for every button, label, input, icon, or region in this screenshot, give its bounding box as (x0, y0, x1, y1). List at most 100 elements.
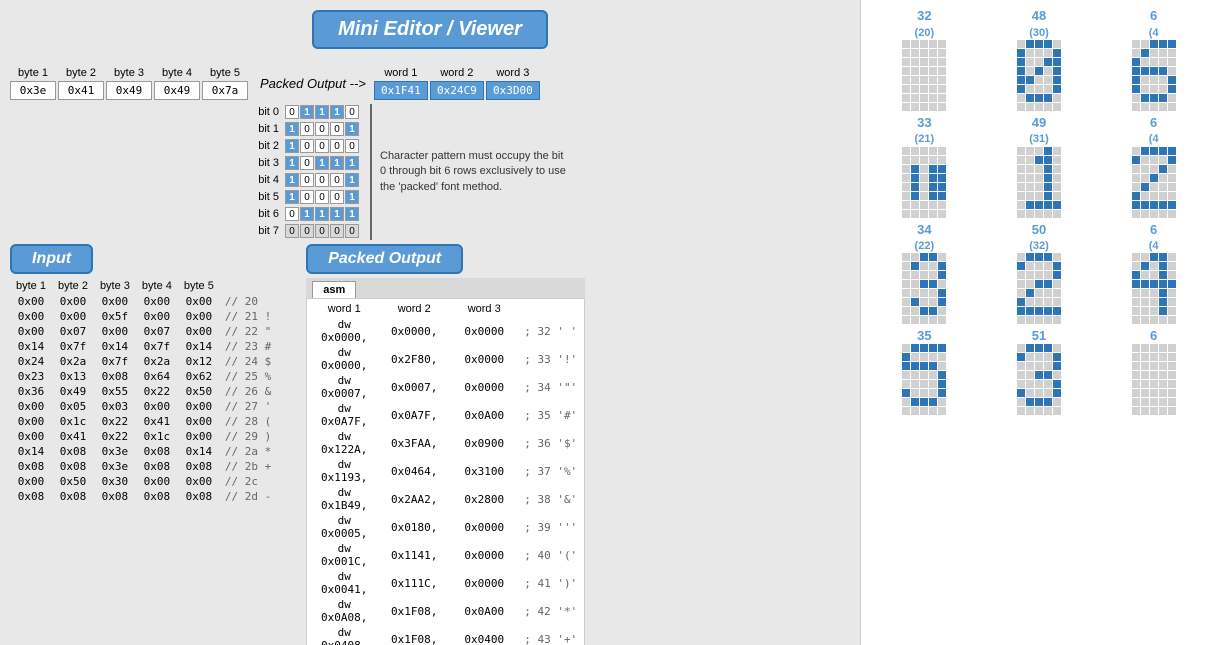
bit-cell-r7-c4[interactable]: 0 (345, 224, 359, 238)
table-row: 0x000x1c0x220x410x00// 28 ( (10, 414, 276, 429)
bm-cell-b4-r6-c4 (1053, 201, 1061, 209)
bit-cell-r6-c4[interactable]: 1 (345, 207, 359, 221)
bm-cell-b10-r5-c3 (1044, 389, 1052, 397)
right-panel: 32(20)48(30)6(433(21)49(31)6(434(22)50(3… (860, 0, 1217, 645)
bit-cell-r6-c2[interactable]: 1 (315, 207, 329, 221)
input-col-header-0: byte 1 (10, 278, 52, 294)
bit-cell-r1-c4[interactable]: 1 (345, 122, 359, 136)
bm-cell-b5-r7-c0 (1132, 210, 1140, 218)
bit-cell-r3-c1[interactable]: 0 (300, 156, 314, 170)
bit-cell-r4-c0[interactable]: 1 (285, 173, 299, 187)
byte5-value[interactable]: 0x7a (202, 81, 248, 100)
bit-cell-r0-c4[interactable]: 0 (345, 105, 359, 119)
bm-cell-b5-r4-c4 (1168, 183, 1176, 191)
byte4-value[interactable]: 0x49 (154, 81, 200, 100)
bit-cell-r2-c0[interactable]: 1 (285, 139, 299, 153)
bit-cell-r7-c1[interactable]: 0 (300, 224, 314, 238)
bit-cell-r4-c4[interactable]: 1 (345, 173, 359, 187)
bm-cell-b5-r1-c3 (1159, 156, 1167, 164)
byte-col-1: byte 1 0x3e (10, 67, 56, 100)
bm-cell-b8-r5-c4 (1168, 298, 1176, 306)
packed-cell-r4-c3: ; 36 '$' (519, 429, 582, 457)
input-col-header-3: byte 4 (136, 278, 178, 294)
packed-cell-r5-c1: 0x0464, (379, 457, 449, 485)
packed-cell-r10-c1: 0x1F08, (379, 597, 449, 625)
bm-cell-b1-r4-c1 (1026, 76, 1034, 84)
input-cell-r1-c0: 0x00 (10, 309, 52, 324)
bit-cell-r1-c3[interactable]: 0 (330, 122, 344, 136)
bit-cell-r7-c3[interactable]: 0 (330, 224, 344, 238)
bit-cell-r5-c3[interactable]: 0 (330, 190, 344, 204)
bm-cell-b2-r4-c3 (1159, 76, 1167, 84)
bit-cell-r2-c4[interactable]: 0 (345, 139, 359, 153)
bit-cell-r0-c0[interactable]: 0 (285, 105, 299, 119)
bit-cell-r5-c4[interactable]: 1 (345, 190, 359, 204)
packed-cell-r3-c2: 0x0A00 (449, 401, 519, 429)
bit-row-label-4: bit 4 (250, 174, 285, 186)
bm-cell-b0-r2-c4 (938, 58, 946, 66)
bit-cell-r6-c3[interactable]: 1 (330, 207, 344, 221)
char-block-8: 6(4 (1098, 222, 1209, 325)
char-label-4: 49(31) (1029, 115, 1049, 147)
bit-cell-r6-c0[interactable]: 0 (285, 207, 299, 221)
bit-cell-r7-c2[interactable]: 0 (315, 224, 329, 238)
bit-cell-r7-c0[interactable]: 0 (285, 224, 299, 238)
bit-cell-r2-c1[interactable]: 0 (300, 139, 314, 153)
bm-cell-b6-r7-c1 (911, 316, 919, 324)
bm-cell-b10-r4-c0 (1017, 380, 1025, 388)
packed-cell-r4-c1: 0x3FAA, (379, 429, 449, 457)
bm-cell-b9-r3-c0 (902, 371, 910, 379)
input-cell-r0-c5: // 20 (220, 294, 276, 309)
char-block-1: 48(30) (984, 8, 1095, 111)
bm-cell-b6-r7-c2 (920, 316, 928, 324)
bit-cell-r3-c4[interactable]: 1 (345, 156, 359, 170)
tab-asm[interactable]: asm (312, 281, 356, 298)
bit-cell-r1-c0[interactable]: 1 (285, 122, 299, 136)
bm-cell-b10-r2-c4 (1053, 362, 1061, 370)
bit-cell-r3-c2[interactable]: 1 (315, 156, 329, 170)
bm-cell-b2-r6-c1 (1141, 94, 1149, 102)
bm-cell-b5-r3-c3 (1159, 174, 1167, 182)
bm-cell-b6-r0-c0 (902, 253, 910, 261)
bit-cell-r0-c3[interactable]: 1 (330, 105, 344, 119)
bit-cell-r5-c1[interactable]: 0 (300, 190, 314, 204)
bit-cell-r1-c2[interactable]: 0 (315, 122, 329, 136)
bm-cell-b10-r0-c1 (1026, 344, 1034, 352)
bit-cell-r4-c3[interactable]: 0 (330, 173, 344, 187)
bm-cell-b1-r7-c2 (1035, 103, 1043, 111)
byte2-value[interactable]: 0x41 (58, 81, 104, 100)
input-cell-r10-c5: // 2a * (220, 444, 276, 459)
bit-cell-r4-c2[interactable]: 0 (315, 173, 329, 187)
bit-cell-r4-c1[interactable]: 0 (300, 173, 314, 187)
word-col-1: word 1 0x1F41 (374, 67, 428, 100)
bit-cell-r3-c3[interactable]: 1 (330, 156, 344, 170)
byte1-value[interactable]: 0x3e (10, 81, 56, 100)
bit-cell-r2-c2[interactable]: 0 (315, 139, 329, 153)
bit-cell-r2-c3[interactable]: 0 (330, 139, 344, 153)
bm-cell-b3-r6-c4 (938, 201, 946, 209)
bm-cell-b8-r2-c2 (1150, 271, 1158, 279)
bit-cell-r3-c0[interactable]: 1 (285, 156, 299, 170)
bit-cell-r0-c1[interactable]: 1 (300, 105, 314, 119)
bm-cell-b5-r5-c0 (1132, 192, 1140, 200)
bit-cell-r5-c2[interactable]: 0 (315, 190, 329, 204)
bit-cell-r5-c0[interactable]: 1 (285, 190, 299, 204)
bm-cell-b6-r6-c4 (938, 307, 946, 315)
bit-cell-r6-c1[interactable]: 1 (300, 207, 314, 221)
bm-cell-b9-r7-c4 (938, 407, 946, 415)
byte3-value[interactable]: 0x49 (106, 81, 152, 100)
input-cell-r8-c4: 0x00 (178, 414, 220, 429)
bm-cell-b7-r1-c2 (1035, 262, 1043, 270)
bm-cell-b7-r6-c2 (1035, 307, 1043, 315)
bm-cell-b6-r3-c3 (929, 280, 937, 288)
bm-cell-b6-r5-c2 (920, 298, 928, 306)
byte-col-5: byte 5 0x7a (202, 67, 248, 100)
bit-cell-r0-c2[interactable]: 1 (315, 105, 329, 119)
bm-cell-b8-r0-c2 (1150, 253, 1158, 261)
input-cell-r4-c5: // 24 $ (220, 354, 276, 369)
bit-cell-r1-c1[interactable]: 0 (300, 122, 314, 136)
bm-cell-b6-r0-c2 (920, 253, 928, 261)
top-header: byte 1 0x3e byte 2 0x41 byte 3 0x49 byte… (10, 67, 850, 100)
input-cell-r4-c0: 0x24 (10, 354, 52, 369)
table-row: dw 0x001C,0x1141,0x0000; 40 '(' (309, 541, 582, 569)
